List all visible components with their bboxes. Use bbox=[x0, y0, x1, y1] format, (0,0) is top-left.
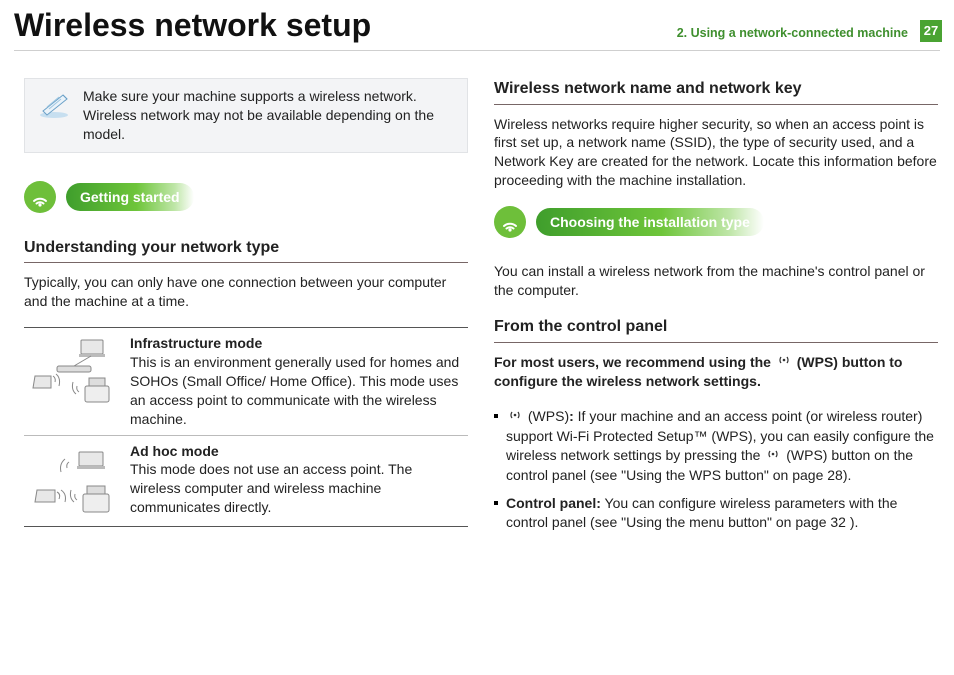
bullet-list: (WPS): If your machine and an access poi… bbox=[494, 407, 938, 532]
chapter-label: 2. Using a network-connected machine bbox=[677, 25, 908, 42]
bullet-dot bbox=[494, 414, 498, 418]
left-column: Make sure your machine supports a wirele… bbox=[24, 78, 468, 542]
bullet-dot bbox=[494, 501, 498, 505]
choosing-body: You can install a wireless network from … bbox=[494, 262, 938, 300]
section-label: Choosing the installation type bbox=[536, 208, 764, 236]
bullet-controlpanel: Control panel: You can configure wireles… bbox=[494, 494, 938, 532]
mode-row-infrastructure: Infrastructure mode This is an environme… bbox=[24, 328, 468, 435]
adhoc-title: Ad hoc mode bbox=[130, 442, 464, 461]
wifi-icon bbox=[494, 206, 526, 238]
infrastructure-diagram-icon bbox=[28, 334, 120, 412]
wifi-icon bbox=[24, 181, 56, 213]
header-rule bbox=[14, 50, 940, 51]
recommend-line: For most users, we recommend using the (… bbox=[494, 353, 938, 392]
bullet-cp-content: Control panel: You can configure wireles… bbox=[506, 494, 938, 532]
mode-table: Infrastructure mode This is an environme… bbox=[24, 327, 468, 526]
infra-desc-block: Infrastructure mode This is an environme… bbox=[130, 334, 464, 428]
bullet-wps-content: (WPS): If your machine and an access poi… bbox=[506, 407, 938, 484]
recommend-prefix: For most users, we recommend using the bbox=[494, 354, 775, 370]
sub-controlpanel: From the control panel bbox=[494, 316, 938, 343]
infra-desc: This is an environment generally used fo… bbox=[130, 354, 459, 427]
adhoc-diagram-icon bbox=[28, 442, 120, 520]
sub-netname: Wireless network name and network key bbox=[494, 78, 938, 105]
bullet-wps-label: (WPS) bbox=[524, 408, 569, 424]
note-callout: Make sure your machine supports a wirele… bbox=[24, 78, 468, 153]
note-text: Make sure your machine supports a wirele… bbox=[83, 87, 455, 144]
wps-icon bbox=[766, 447, 780, 466]
right-column: Wireless network name and network key Wi… bbox=[494, 78, 938, 542]
wps-icon bbox=[508, 408, 522, 427]
note-icon bbox=[37, 89, 71, 119]
adhoc-desc-block: Ad hoc mode This mode does not use an ac… bbox=[130, 442, 464, 518]
mode-row-adhoc: Ad hoc mode This mode does not use an ac… bbox=[24, 436, 468, 526]
bullet-wps-colon: : bbox=[569, 408, 578, 424]
section-label: Getting started bbox=[66, 183, 194, 211]
understanding-body: Typically, you can only have one connect… bbox=[24, 273, 468, 311]
section-choosing: Choosing the installation type bbox=[494, 206, 938, 238]
adhoc-desc: This mode does not use an access point. … bbox=[130, 461, 412, 515]
bullet-wps: (WPS): If your machine and an access poi… bbox=[494, 407, 938, 484]
page-header: Wireless network setup 2. Using a networ… bbox=[0, 0, 954, 48]
netname-body: Wireless networks require higher securit… bbox=[494, 115, 938, 191]
wps-icon bbox=[777, 353, 791, 372]
infra-title: Infrastructure mode bbox=[130, 334, 464, 353]
page-title: Wireless network setup bbox=[14, 4, 371, 47]
section-getting-started: Getting started bbox=[24, 181, 468, 213]
sub-understanding: Understanding your network type bbox=[24, 237, 468, 264]
page-number: 27 bbox=[920, 20, 942, 42]
bullet-cp-label: Control panel: bbox=[506, 495, 601, 511]
